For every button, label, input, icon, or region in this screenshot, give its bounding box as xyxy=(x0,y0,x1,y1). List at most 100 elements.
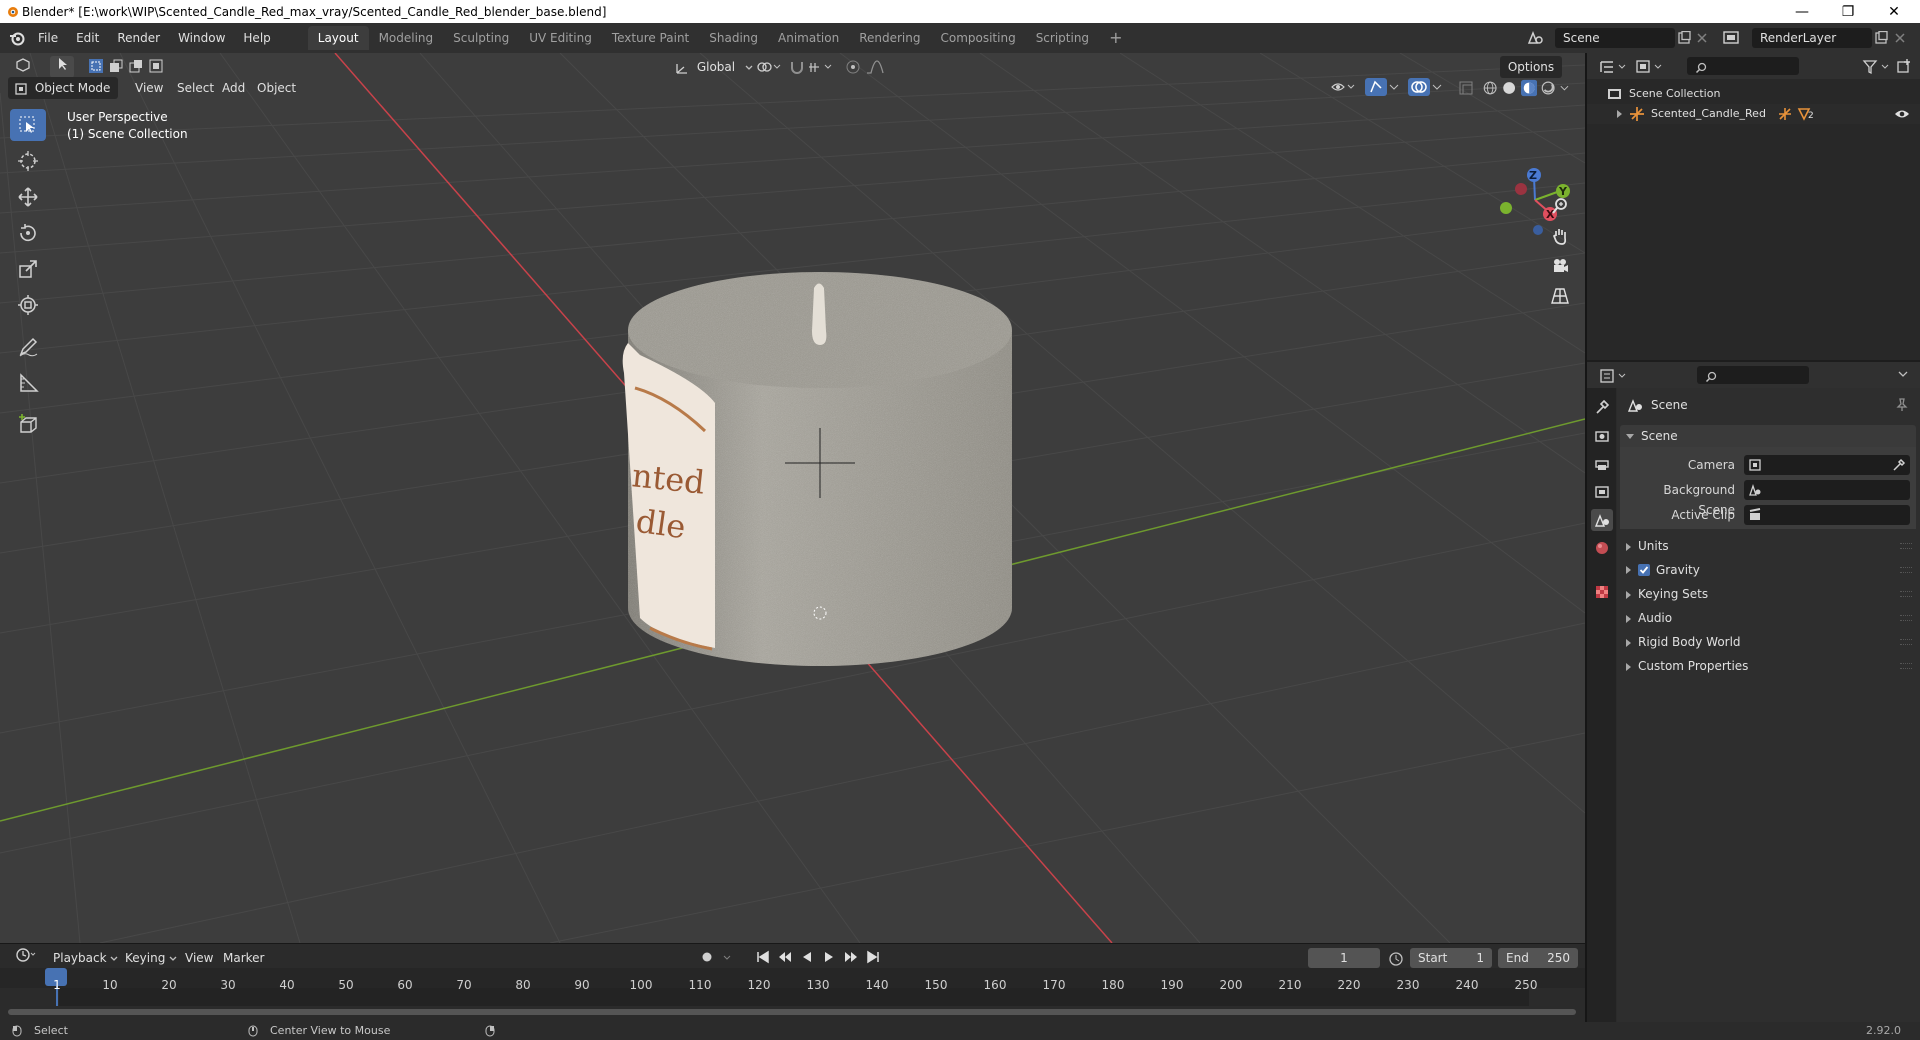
filter-icon[interactable] xyxy=(1862,59,1892,75)
tab-animation[interactable]: Animation xyxy=(768,26,849,50)
tab-compositing[interactable]: Compositing xyxy=(930,26,1025,50)
proportional-editing-icon[interactable] xyxy=(845,59,889,75)
gizmo-dropdown-chevron-icon[interactable] xyxy=(1389,84,1399,92)
tab-render[interactable] xyxy=(1591,425,1613,447)
current-frame-field[interactable]: 1 xyxy=(1308,948,1380,968)
tool-move[interactable] xyxy=(10,181,46,213)
tab-texture-paint[interactable]: Texture Paint xyxy=(602,26,699,50)
viewport-menu-add[interactable]: Add xyxy=(215,77,252,99)
select-tool-button[interactable] xyxy=(50,56,74,78)
scene-icon[interactable] xyxy=(1526,29,1544,47)
tool-rotate[interactable] xyxy=(10,217,46,249)
section-custom-properties[interactable]: Custom Properties xyxy=(1626,656,1748,676)
expand-arrow-icon[interactable] xyxy=(1617,110,1622,118)
drag-handle-icon[interactable] xyxy=(1900,663,1912,669)
timeline-editor-type-button[interactable] xyxy=(8,947,42,969)
timeline-scrollbar[interactable] xyxy=(8,1009,1576,1015)
timeline-menu-marker[interactable]: Marker xyxy=(216,947,271,969)
outliner-editor-type-icon[interactable] xyxy=(1599,59,1629,75)
section-rigid-body-world[interactable]: Rigid Body World xyxy=(1626,632,1741,652)
jump-to-start-icon[interactable] xyxy=(756,950,770,964)
tool-measure[interactable] xyxy=(10,367,46,399)
select-extend-icon[interactable] xyxy=(108,58,124,74)
active-clip-field[interactable] xyxy=(1744,505,1910,525)
options-dropdown[interactable]: Options xyxy=(1500,56,1562,78)
menu-file[interactable]: File xyxy=(29,26,67,50)
new-view-layer-icon[interactable] xyxy=(1874,31,1888,45)
camera-field[interactable] xyxy=(1744,455,1910,475)
perspective-toggle-button[interactable] xyxy=(1546,282,1574,310)
menu-edit[interactable]: Edit xyxy=(67,26,108,50)
scene-panel-title[interactable]: Scene xyxy=(1626,426,1678,446)
delete-view-layer-icon[interactable] xyxy=(1894,32,1906,44)
shading-dropdown-chevron-icon[interactable] xyxy=(1559,79,1570,97)
overlay-dropdown-chevron-icon[interactable] xyxy=(1432,84,1442,92)
play-reverse-icon[interactable] xyxy=(800,950,814,964)
properties-options-chevron-icon[interactable] xyxy=(1897,371,1909,379)
jump-to-end-icon[interactable] xyxy=(866,950,880,964)
visibility-eye-icon[interactable] xyxy=(1894,108,1910,120)
snap-icon[interactable] xyxy=(789,59,837,75)
tool-cursor[interactable] xyxy=(10,145,46,177)
tab-layout[interactable]: Layout xyxy=(307,26,369,50)
transform-orientation-dropdown[interactable]: Global xyxy=(668,56,760,78)
tab-scene[interactable] xyxy=(1591,509,1613,531)
gravity-checkbox[interactable] xyxy=(1638,564,1650,576)
viewport-menu-object[interactable]: Object xyxy=(250,77,303,99)
xray-toggle-icon[interactable] xyxy=(1458,80,1474,96)
mode-dropdown[interactable]: Object Mode xyxy=(8,77,118,99)
editor-type-button[interactable] xyxy=(8,56,40,78)
delete-scene-icon[interactable] xyxy=(1696,32,1708,44)
menu-help[interactable]: Help xyxy=(234,26,279,50)
pivot-point-icon[interactable] xyxy=(756,60,782,74)
tab-output[interactable] xyxy=(1591,453,1613,475)
end-frame-field[interactable]: End 250 xyxy=(1498,948,1578,968)
section-gravity[interactable]: Gravity xyxy=(1626,560,1700,580)
drag-handle-icon[interactable] xyxy=(1900,567,1912,573)
background-scene-field[interactable] xyxy=(1744,480,1910,500)
select-new-icon[interactable] xyxy=(88,58,104,74)
menu-window[interactable]: Window xyxy=(169,26,234,50)
3d-viewport[interactable]: Z Y X nted dle Global Options Object Mod xyxy=(0,53,1585,943)
zoom-button[interactable] xyxy=(1546,192,1574,220)
new-scene-icon[interactable] xyxy=(1677,31,1691,45)
solid-shading-icon[interactable] xyxy=(1501,79,1517,97)
viewport-menu-select[interactable]: Select xyxy=(170,77,221,99)
timeline-menu-keying[interactable]: Keying xyxy=(118,947,184,969)
tool-select-box[interactable] xyxy=(10,109,46,141)
tab-modeling[interactable]: Modeling xyxy=(369,26,444,50)
select-invert-icon[interactable] xyxy=(148,58,164,74)
select-subtract-icon[interactable] xyxy=(128,58,144,74)
minimize-button[interactable]: — xyxy=(1779,0,1825,23)
properties-search-input[interactable] xyxy=(1697,366,1809,384)
drag-handle-icon[interactable] xyxy=(1900,543,1912,549)
add-workspace-button[interactable]: + xyxy=(1099,26,1132,50)
pan-button[interactable] xyxy=(1546,222,1574,250)
timeline-menu-view[interactable]: View xyxy=(178,947,220,969)
tab-view-layer[interactable] xyxy=(1591,481,1613,503)
tab-texture[interactable] xyxy=(1591,581,1613,603)
tab-uv-editing[interactable]: UV Editing xyxy=(519,26,602,50)
section-keying-sets[interactable]: Keying Sets xyxy=(1626,584,1708,604)
play-icon[interactable] xyxy=(822,950,836,964)
viewport-menu-view[interactable]: View xyxy=(128,77,170,99)
jump-to-keyframe-forward-icon[interactable] xyxy=(844,950,858,964)
close-window-button[interactable]: ✕ xyxy=(1871,0,1917,23)
tab-scripting[interactable]: Scripting xyxy=(1026,26,1099,50)
tab-rendering[interactable]: Rendering xyxy=(849,26,930,50)
tool-transform[interactable] xyxy=(10,289,46,321)
outliner-scene-collection[interactable]: Scene Collection xyxy=(1607,84,1720,104)
child-empty-icon[interactable] xyxy=(1777,107,1793,121)
visibility-selectability-icon[interactable] xyxy=(1330,79,1358,95)
tool-annotate[interactable] xyxy=(10,331,46,363)
rendered-shading-icon[interactable] xyxy=(1540,79,1556,97)
tool-add-cube[interactable] xyxy=(10,409,46,441)
gizmo-toggle-button[interactable] xyxy=(1365,78,1387,96)
view-layer-selector[interactable]: RenderLayer xyxy=(1752,28,1872,48)
timeline-menu-playback[interactable]: Playback xyxy=(46,947,125,969)
start-frame-field[interactable]: Start 1 xyxy=(1410,948,1492,968)
tab-world[interactable] xyxy=(1591,537,1613,559)
jump-to-keyframe-back-icon[interactable] xyxy=(778,950,792,964)
wireframe-shading-icon[interactable] xyxy=(1482,79,1498,97)
record-keyframe-icon[interactable] xyxy=(700,950,714,964)
